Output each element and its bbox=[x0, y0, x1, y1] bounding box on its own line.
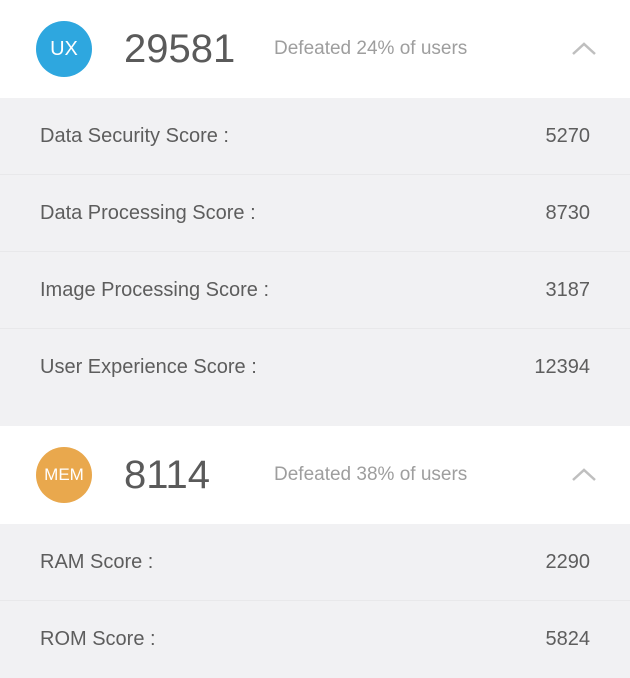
metric-label: RAM Score : bbox=[40, 551, 153, 574]
metric-row: ROM Score : 5824 bbox=[0, 601, 630, 678]
metric-value: 8730 bbox=[546, 202, 591, 225]
chevron-up-icon[interactable] bbox=[562, 32, 606, 66]
chevron-up-icon[interactable] bbox=[562, 458, 606, 492]
metric-label: User Experience Score : bbox=[40, 356, 257, 379]
metric-value: 5270 bbox=[546, 125, 591, 148]
mem-badge: MEM bbox=[36, 447, 92, 503]
metric-row: Image Processing Score : 3187 bbox=[0, 252, 630, 329]
metric-row: Data Security Score : 5270 bbox=[0, 98, 630, 175]
metric-value: 2290 bbox=[546, 551, 591, 574]
metric-row: User Experience Score : 12394 bbox=[0, 329, 630, 406]
ux-metrics-group: Data Security Score : 5270 Data Processi… bbox=[0, 98, 630, 406]
metric-label: Data Security Score : bbox=[40, 125, 229, 148]
metric-value: 3187 bbox=[546, 279, 591, 302]
mem-defeat-text: Defeated 38% of users bbox=[274, 463, 562, 487]
metric-row: Data Processing Score : 8730 bbox=[0, 175, 630, 252]
metric-label: Data Processing Score : bbox=[40, 202, 256, 225]
metric-label: ROM Score : bbox=[40, 628, 156, 651]
metric-value: 12394 bbox=[534, 356, 590, 379]
mem-score: 8114 bbox=[124, 453, 254, 498]
metric-value: 5824 bbox=[546, 628, 591, 651]
section-gap bbox=[0, 406, 630, 426]
section-header-mem[interactable]: MEM 8114 Defeated 38% of users bbox=[0, 426, 630, 524]
mem-badge-label: MEM bbox=[44, 465, 84, 485]
section-header-ux[interactable]: UX 29581 Defeated 24% of users bbox=[0, 0, 630, 98]
metric-label: Image Processing Score : bbox=[40, 279, 269, 302]
ux-badge-label: UX bbox=[50, 38, 78, 61]
ux-badge: UX bbox=[36, 21, 92, 77]
mem-metrics-group: RAM Score : 2290 ROM Score : 5824 bbox=[0, 524, 630, 678]
ux-score: 29581 bbox=[124, 27, 254, 72]
ux-defeat-text: Defeated 24% of users bbox=[274, 37, 562, 61]
metric-row: RAM Score : 2290 bbox=[0, 524, 630, 601]
